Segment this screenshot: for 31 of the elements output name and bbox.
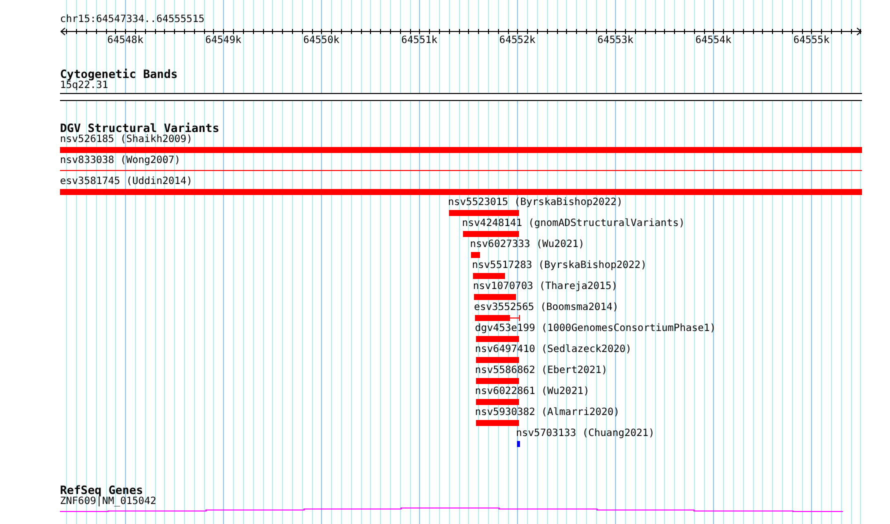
tick-label: 64554k (695, 35, 732, 47)
variant-label[interactable]: nsv6022861 (Wu2021) (475, 386, 590, 398)
tick-label: 64551k (401, 35, 438, 47)
variant-label[interactable]: nsv1070703 (Thareja2015) (473, 281, 618, 293)
tick-label: 64553k (597, 35, 634, 47)
variant-label[interactable]: nsv5523015 (ByrskaBishop2022) (448, 197, 623, 209)
tick-label: 64548k (107, 35, 144, 47)
variant-label[interactable]: esv3552565 (Boomsma2014) (474, 302, 618, 314)
track-title: DGV Structural Variants (60, 122, 220, 135)
variant-label[interactable]: nsv5703133 (Chuang2021) (516, 428, 654, 440)
gene-label[interactable]: ZNF609|NM_015042 (60, 496, 156, 508)
variant-label[interactable]: nsv5517283 (ByrskaBishop2022) (472, 260, 647, 272)
variant-label[interactable]: nsv6497410 (Sedlazeck2020) (475, 344, 632, 356)
variant-label[interactable]: nsv4248141 (gnomADStructuralVariants) (462, 218, 685, 230)
variant-label[interactable]: nsv5586862 (Ebert2021) (475, 365, 608, 377)
variant-line[interactable] (60, 170, 862, 171)
tick-label: 64555k (793, 35, 830, 47)
variant-label[interactable]: dgv453e199 (1000GenomesConsortiumPhase1) (475, 323, 716, 335)
band-label: 15q22.31 (60, 80, 108, 92)
variant-label[interactable]: nsv5930382 (Almarri2020) (475, 407, 620, 419)
track-title: RefSeq Genes (60, 484, 144, 497)
variant-bar[interactable] (475, 315, 520, 321)
variant-label[interactable]: nsv833038 (Wong2007) (60, 155, 180, 167)
tick-label: 64552k (499, 35, 536, 47)
track-title: Cytogenetic Bands (60, 68, 178, 81)
tick-label: 64550k (303, 35, 340, 47)
variant-label[interactable]: nsv6027333 (Wu2021) (470, 239, 584, 251)
tick-label: 64549k (205, 35, 242, 47)
variant-label[interactable]: nsv526185 (Shaikh2009) (60, 134, 192, 146)
variant-label[interactable]: esv3581745 (Uddin2014) (60, 176, 192, 188)
locus-label: chr15:64547334..64555515 (60, 14, 204, 26)
